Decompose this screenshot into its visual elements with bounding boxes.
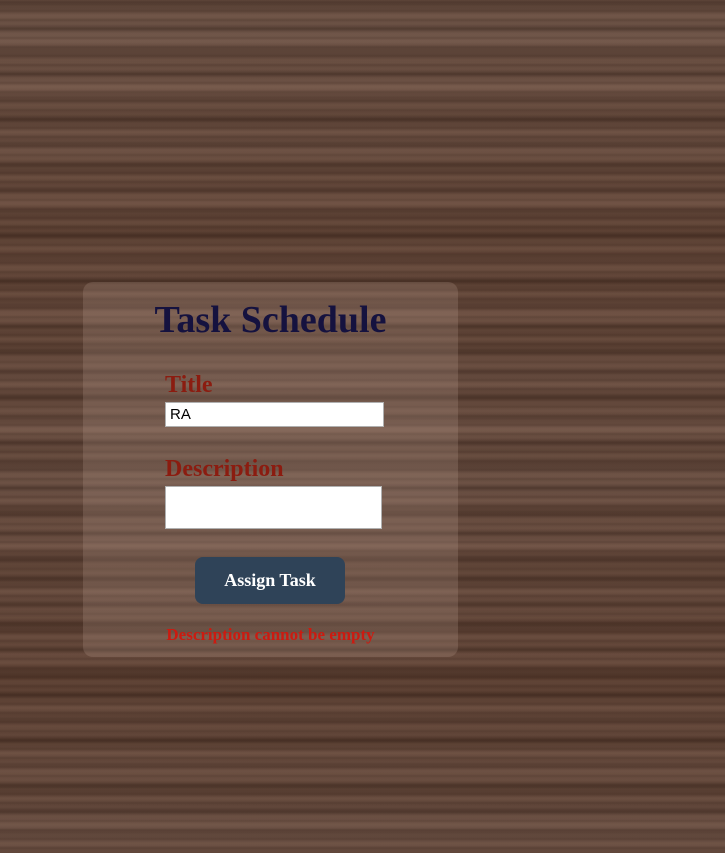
description-input[interactable] <box>165 486 382 529</box>
page-title: Task Schedule <box>154 299 387 341</box>
description-label: Description <box>165 456 284 482</box>
title-input[interactable] <box>165 402 384 427</box>
assign-task-button[interactable]: Assign Task <box>195 557 345 604</box>
title-label: Title <box>165 372 213 398</box>
task-schedule-card: Task Schedule Title Description Assign T… <box>83 282 458 657</box>
error-message: Description cannot be empty <box>166 625 375 644</box>
